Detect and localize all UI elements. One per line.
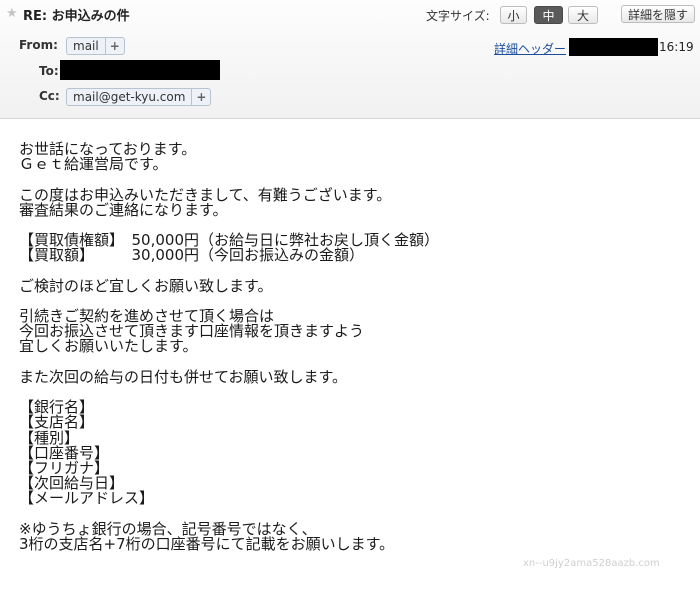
- body-line: Ｇｅｔ給運営局です。: [19, 155, 168, 174]
- font-size-medium-button[interactable]: 中: [534, 6, 563, 24]
- from-address-chip[interactable]: mail +: [66, 37, 125, 55]
- body-line: 宜しくお願いいたします。: [19, 337, 198, 356]
- cc-label: Cc:: [39, 89, 60, 103]
- to-label: To:: [39, 64, 59, 78]
- body-line: 【口座番号】: [19, 443, 110, 462]
- watermark: xn--u9jy2ama528aazb.com: [523, 558, 660, 569]
- body-line: 【メールアドレス】: [19, 489, 155, 508]
- body-line: 3桁の支店名+7桁の口座番号にて記載をお願いします。: [19, 534, 395, 553]
- message-time: 16:19: [659, 40, 694, 54]
- cc-address[interactable]: mail@get-kyu.com: [67, 89, 191, 105]
- message-body: お世話になっております。 Ｇｅｔ給運営局です。 この度はお申込みいただきまして、有難…: [19, 141, 689, 553]
- body-line: 【支店名】: [19, 413, 95, 432]
- body-line: 【銀行名】: [19, 398, 95, 417]
- message-subject: RE: お申込みの件: [23, 9, 130, 24]
- body-line: 【買取額】 30,000円（今回お振込みの金額）: [19, 246, 364, 265]
- body-line: 審査結果のご連絡になります。: [19, 200, 228, 219]
- body-line: ご検討のほど宜しくお願い致します。: [19, 276, 273, 295]
- body-line: また次回の給与の日付も併せてお願い致します。: [19, 367, 348, 386]
- date-redacted: [569, 38, 658, 56]
- detail-header-link[interactable]: 詳細ヘッダー: [494, 40, 566, 57]
- font-size-large-button[interactable]: 大: [568, 6, 598, 24]
- font-size-small-button[interactable]: 小: [500, 6, 527, 24]
- add-contact-icon[interactable]: +: [104, 38, 124, 54]
- star-icon[interactable]: ★: [6, 6, 18, 21]
- font-size-label: 文字サイズ:: [426, 9, 490, 23]
- cc-address-chip[interactable]: mail@get-kyu.com +: [66, 88, 212, 106]
- add-contact-icon[interactable]: +: [191, 89, 210, 105]
- body-line: 【種別】: [19, 428, 80, 447]
- from-label: From:: [19, 38, 58, 52]
- hide-details-button[interactable]: 詳細を隠す: [621, 5, 695, 23]
- to-address-redacted: [60, 60, 220, 80]
- from-address[interactable]: mail: [67, 38, 105, 54]
- body-line: [19, 385, 689, 400]
- message-header: ★ RE: お申込みの件 文字サイズ: 小 中 大 詳細を隠す From: ma…: [0, 0, 700, 119]
